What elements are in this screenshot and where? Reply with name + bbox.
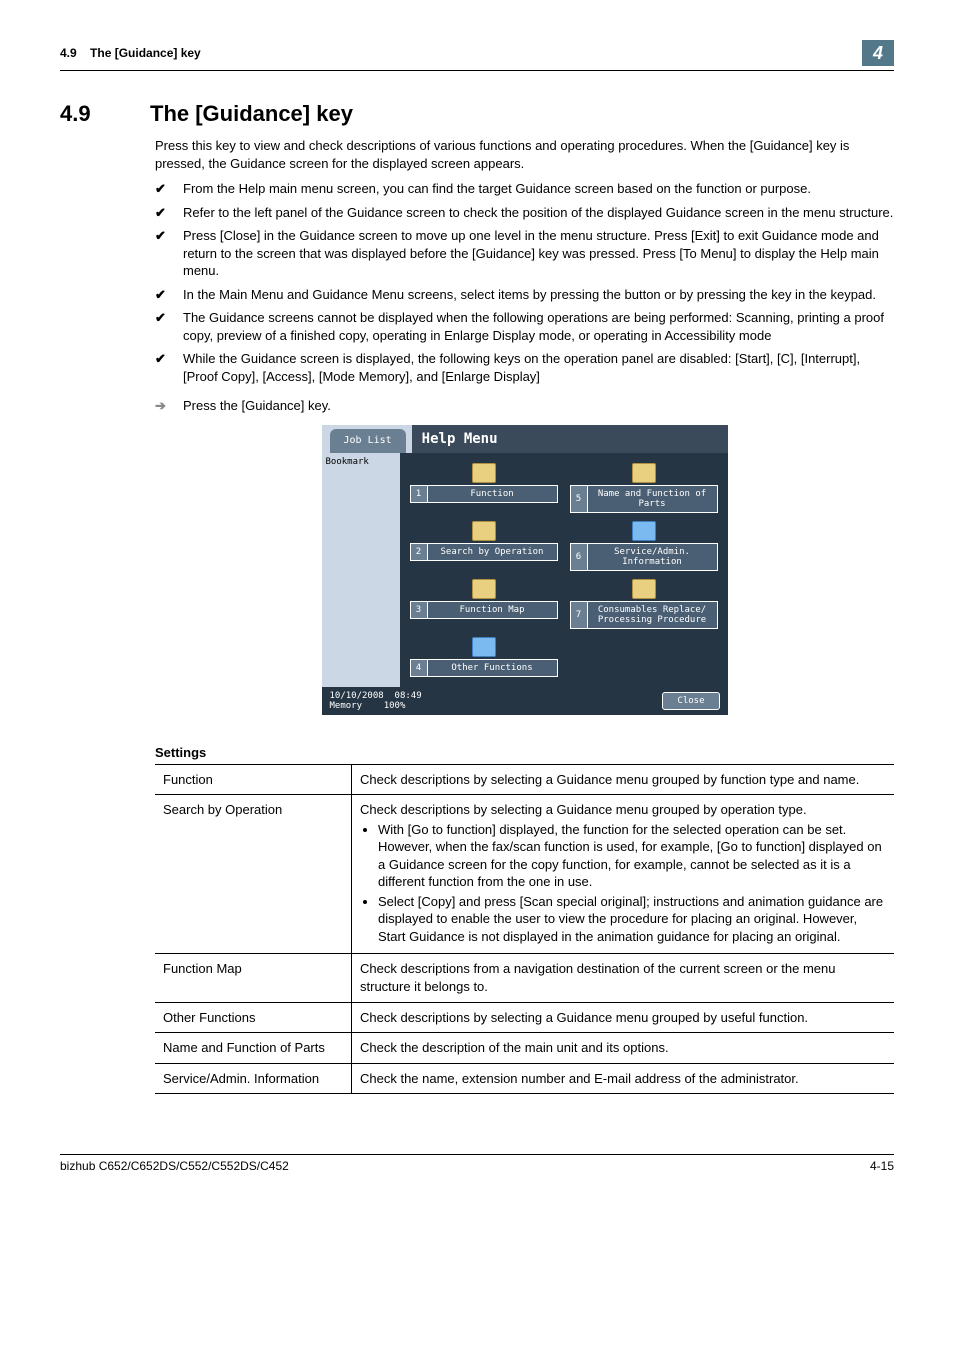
service-admin-icon: [632, 521, 656, 541]
setting-name: Name and Function of Parts: [155, 1033, 352, 1064]
table-row: Service/Admin. Information Check the nam…: [155, 1063, 894, 1094]
setting-name: Function Map: [155, 954, 352, 1002]
check-item: Press [Close] in the Guidance screen to …: [155, 227, 894, 280]
setting-desc: Check the name, extension number and E-m…: [352, 1063, 895, 1094]
setting-desc: Check descriptions by selecting a Guidan…: [352, 764, 895, 795]
menu-item-function-map[interactable]: 3Function Map: [410, 579, 558, 629]
table-row: Function Map Check descriptions from a n…: [155, 954, 894, 1002]
settings-table: Function Check descriptions by selecting…: [155, 764, 894, 1095]
menu-item-search-operation[interactable]: 2Search by Operation: [410, 521, 558, 571]
other-functions-icon: [472, 637, 496, 657]
setting-bullet: Select [Copy] and press [Scan special or…: [378, 893, 886, 946]
table-row: Search by Operation Check descriptions b…: [155, 795, 894, 954]
panel-title: Help Menu: [412, 425, 728, 453]
consumables-icon: [632, 579, 656, 599]
check-item: In the Main Menu and Guidance Menu scree…: [155, 286, 894, 304]
function-map-icon: [472, 579, 496, 599]
help-menu-panel: Job List Help Menu Bookmark 1Function 5N…: [322, 425, 728, 715]
settings-heading: Settings: [155, 745, 894, 760]
table-row: Name and Function of Parts Check the des…: [155, 1033, 894, 1064]
procedure-step: Press the [Guidance] key.: [155, 398, 894, 413]
setting-desc: Check descriptions by selecting a Guidan…: [352, 1002, 895, 1033]
setting-name: Search by Operation: [155, 795, 352, 954]
menu-item-consumables[interactable]: 7Consumables Replace/ Processing Procedu…: [570, 579, 718, 629]
job-list-tab[interactable]: Job List: [330, 429, 406, 453]
chapter-badge: 4: [862, 40, 894, 66]
intro-paragraph: Press this key to view and check descrip…: [155, 137, 894, 172]
setting-name: Function: [155, 764, 352, 795]
setting-desc: Check descriptions by selecting a Guidan…: [352, 795, 895, 954]
setting-name: Service/Admin. Information: [155, 1063, 352, 1094]
footer-date: 10/10/2008 08:49 Memory 100%: [330, 691, 422, 711]
check-list: From the Help main menu screen, you can …: [155, 180, 894, 385]
menu-grid: 1Function 5Name and Function of Parts 2S…: [400, 453, 728, 687]
function-icon: [472, 463, 496, 483]
check-item: From the Help main menu screen, you can …: [155, 180, 894, 198]
check-item: Refer to the left panel of the Guidance …: [155, 204, 894, 222]
menu-item-service-admin[interactable]: 6Service/Admin. Information: [570, 521, 718, 571]
page-header: 4.9 The [Guidance] key 4: [60, 40, 894, 71]
setting-desc: Check the description of the main unit a…: [352, 1033, 895, 1064]
footer-model: bizhub C652/C652DS/C552/C552DS/C452: [60, 1159, 289, 1173]
search-operation-icon: [472, 521, 496, 541]
menu-item-function[interactable]: 1Function: [410, 463, 558, 513]
setting-name: Other Functions: [155, 1002, 352, 1033]
table-row: Other Functions Check descriptions by se…: [155, 1002, 894, 1033]
table-row: Function Check descriptions by selecting…: [155, 764, 894, 795]
panel-footer: 10/10/2008 08:49 Memory 100% Close: [322, 687, 728, 715]
section-title: 4.9The [Guidance] key: [60, 101, 894, 127]
check-item: The Guidance screens cannot be displayed…: [155, 309, 894, 344]
bookmark-column: Bookmark: [322, 453, 400, 687]
setting-bullet: With [Go to function] displayed, the fun…: [378, 821, 886, 891]
close-button[interactable]: Close: [662, 692, 719, 710]
check-item: While the Guidance screen is displayed, …: [155, 350, 894, 385]
menu-item-other-functions[interactable]: 4Other Functions: [410, 637, 558, 677]
page-footer: bizhub C652/C652DS/C552/C552DS/C452 4-15: [60, 1154, 894, 1173]
header-section-ref: 4.9 The [Guidance] key: [60, 46, 201, 60]
setting-desc: Check descriptions from a navigation des…: [352, 954, 895, 1002]
menu-item-name-parts[interactable]: 5Name and Function of Parts: [570, 463, 718, 513]
footer-page-number: 4-15: [870, 1159, 894, 1173]
parts-icon: [632, 463, 656, 483]
